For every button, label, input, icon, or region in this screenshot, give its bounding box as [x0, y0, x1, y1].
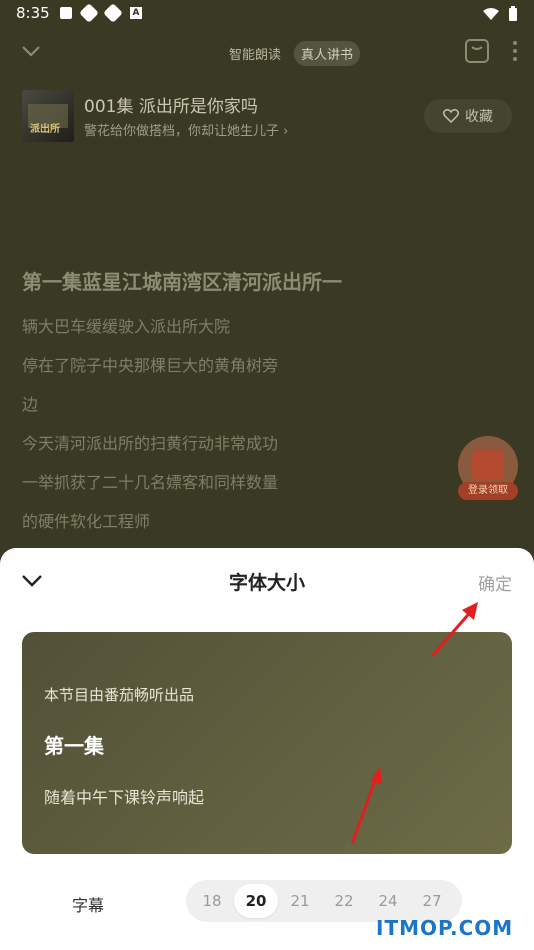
episode-title: 001集 派出所是你家吗 — [84, 97, 258, 117]
preview-line: 本节目由番茄畅听出品 — [44, 686, 195, 704]
watermark: ITMOP.COM — [376, 916, 514, 940]
size-option[interactable]: 21 — [278, 884, 322, 918]
status-notification-icons: A — [60, 3, 142, 23]
book-cover[interactable]: 派出所 — [22, 90, 74, 142]
script-content: 第一集蓝星江城南湾区清河派出所一 辆大巴车缓缓驶入派出所大院 停在了院子中央那棵… — [22, 266, 512, 547]
favorite-button[interactable]: 收藏 — [424, 99, 512, 133]
login-reward-badge[interactable]: 登录领取 — [456, 432, 520, 508]
tab-human-read[interactable]: 真人讲书 — [294, 40, 361, 66]
book-subtitle-link[interactable]: 警花给你做搭档，你却让她生儿子 › — [84, 120, 288, 139]
book-info: 派出所 001集 派出所是你家吗 警花给你做搭档，你却让她生儿子 › 收藏 — [22, 90, 512, 144]
annotation-arrow-size — [350, 766, 382, 845]
subtitle-label: 字幕 — [72, 896, 105, 915]
notification-a-icon: A — [130, 7, 142, 19]
script-line: 停在了院子中央那棵巨大的黄角树旁 — [22, 356, 279, 375]
top-right-actions — [464, 38, 518, 64]
script-line: 今天清河派出所的扫黄行动非常成功 — [22, 434, 279, 453]
sheet-title: 字体大小 — [228, 572, 305, 594]
notification-square-icon — [60, 7, 72, 19]
confirm-button[interactable]: 确定 — [478, 570, 512, 595]
red-envelope-icon — [472, 450, 504, 480]
notification-app-icon — [79, 3, 99, 23]
favorite-label: 收藏 — [465, 109, 493, 125]
script-line: 辆大巴车缓缓驶入派出所大院 — [22, 317, 231, 336]
script-line: 边 — [22, 395, 39, 414]
collapse-chevron-icon[interactable] — [20, 40, 42, 62]
size-option[interactable]: 27 — [410, 884, 454, 918]
font-preview-card: 本节目由番茄畅听出品 第一集 随着中午下课铃声响起 — [22, 632, 512, 854]
script-line: 的硬件软化工程师 — [22, 512, 151, 531]
size-option-selected[interactable]: 20 — [234, 884, 278, 918]
tab-smart-read[interactable]: 智能朗读 — [222, 41, 288, 66]
reward-label: 登录领取 — [458, 482, 518, 500]
size-option[interactable]: 22 — [322, 884, 366, 918]
bookshelf-icon[interactable] — [464, 38, 490, 64]
notification-app-icon-2 — [103, 3, 123, 23]
status-system-icons — [482, 6, 518, 22]
status-bar: 8:35 A — [0, 0, 534, 28]
script-line: 一举抓获了二十几名嫖客和同样数量 — [22, 473, 279, 492]
mode-switch: 智能朗读 真人讲书 — [222, 40, 361, 66]
wifi-icon — [483, 8, 499, 20]
size-option[interactable]: 24 — [366, 884, 410, 918]
status-time: 8:35 — [16, 4, 50, 22]
preview-title: 第一集 — [44, 734, 104, 758]
heart-icon — [443, 109, 459, 123]
annotation-arrow-confirm — [430, 602, 478, 657]
chapter-heading: 第一集蓝星江城南湾区清河派出所一 — [22, 270, 342, 294]
battery-icon — [509, 6, 517, 21]
size-option[interactable]: 18 — [190, 884, 234, 918]
more-options-icon[interactable] — [512, 40, 518, 62]
preview-line: 随着中午下课铃声响起 — [44, 788, 205, 807]
cover-text: 派出所 — [30, 124, 60, 135]
